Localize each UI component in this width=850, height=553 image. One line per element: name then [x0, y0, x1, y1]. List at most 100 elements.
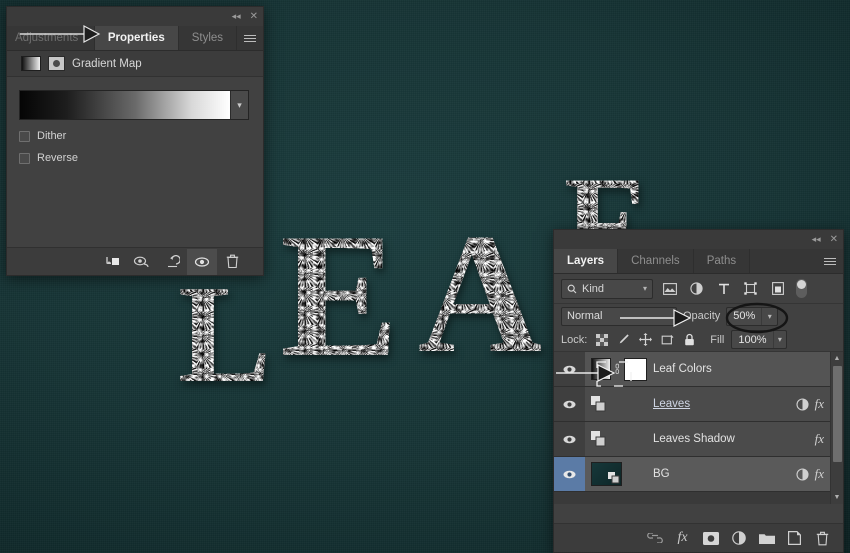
layer-thumbnails[interactable] — [585, 422, 647, 456]
fill-value: 100% — [732, 334, 772, 346]
layer-effects-fx-icon[interactable]: fx — [815, 396, 824, 412]
layer-style-fx-icon[interactable]: fx — [670, 526, 695, 550]
collapse-panel-icon[interactable]: ◂◂ — [232, 12, 241, 21]
tab-layers[interactable]: Layers — [554, 249, 618, 273]
chevron-down-icon[interactable]: ▾ — [773, 331, 787, 348]
opacity-input[interactable]: 50% ▾ — [726, 307, 778, 326]
layer-list-scrollbar[interactable]: ▲ ▼ — [830, 352, 843, 504]
pixel-layer-filter-icon[interactable] — [659, 279, 680, 299]
lock-position-icon[interactable] — [638, 333, 653, 346]
collapse-panel-icon[interactable]: ◂◂ — [812, 235, 821, 244]
layer-thumbnails[interactable] — [585, 352, 647, 386]
view-previous-state-icon[interactable] — [127, 249, 157, 275]
chevron-up-icon[interactable]: ▲ — [831, 352, 843, 365]
link-mask-icon[interactable] — [614, 362, 621, 376]
shape-layer-filter-icon[interactable] — [740, 279, 761, 299]
chevron-down-icon[interactable]: ▾ — [230, 91, 248, 119]
gradient-preview-row[interactable]: ▾ — [19, 90, 249, 120]
layer-name[interactable]: Leaves Shadow — [647, 433, 815, 445]
eye-icon — [562, 364, 577, 375]
layer-visibility-toggle[interactable] — [554, 422, 585, 456]
properties-menu-icon[interactable] — [237, 26, 263, 50]
tab-paths[interactable]: Paths — [694, 249, 750, 273]
smart-object-badge-icon — [608, 471, 621, 485]
smart-object-thumbnail[interactable] — [591, 396, 607, 413]
tab-properties[interactable]: Properties — [95, 26, 179, 50]
layer-thumbnails[interactable] — [585, 457, 647, 491]
adjustment-circle-icon — [48, 56, 65, 71]
layers-menu-icon[interactable] — [817, 249, 843, 273]
new-group-icon[interactable] — [754, 526, 779, 550]
add-layer-mask-icon[interactable] — [698, 526, 723, 550]
adjustment-layer-filter-icon[interactable] — [686, 279, 707, 299]
kind-filter-select[interactable]: Kind ▾ — [561, 279, 653, 299]
gradient-swatch-icon — [21, 56, 41, 71]
layer-thumbnails[interactable] — [585, 387, 647, 421]
tab-paths-label: Paths — [707, 255, 736, 267]
gradient-map-body: ▾ Dither Reverse — [7, 77, 263, 273]
lock-artboard-nesting-icon[interactable] — [660, 334, 675, 346]
lock-image-pixels-icon[interactable] — [616, 333, 631, 346]
close-panel-icon[interactable]: ✕ — [830, 235, 838, 245]
gradient-map-thumbnail[interactable] — [591, 358, 611, 380]
layer-effects-fx-icon[interactable]: fx — [815, 466, 824, 482]
layer-name[interactable]: Leaf Colors — [647, 363, 834, 375]
chevron-down-icon[interactable]: ▼ — [831, 491, 843, 504]
table-row[interactable]: Leaf Colors — [554, 352, 843, 387]
table-row[interactable]: Leaves Shadow fx ▾ — [554, 422, 843, 457]
new-adjustment-layer-icon[interactable] — [726, 526, 751, 550]
close-panel-icon[interactable]: ✕ — [250, 12, 258, 22]
link-layers-icon[interactable] — [642, 526, 667, 550]
tab-styles[interactable]: Styles — [179, 26, 237, 50]
tab-adjustments[interactable]: Adjustments — [7, 26, 95, 50]
gradient-bar[interactable] — [20, 91, 230, 119]
layer-name[interactable]: BG — [647, 468, 796, 480]
scrollbar-thumb[interactable] — [833, 366, 842, 462]
delete-icon[interactable] — [217, 249, 247, 275]
lock-transparent-pixels-icon[interactable] — [594, 334, 609, 346]
reverse-label: Reverse — [37, 152, 78, 164]
layer-mask-thumbnail[interactable] — [624, 358, 647, 381]
type-layer-filter-icon[interactable] — [713, 279, 734, 299]
toggle-visibility-icon[interactable] — [187, 249, 217, 275]
blend-mode-select[interactable]: Normal — [561, 307, 677, 326]
table-row[interactable]: Leaves fx ▾ — [554, 387, 843, 422]
chevron-down-icon: ▾ — [643, 284, 647, 293]
layer-effects-fx-icon[interactable]: fx — [815, 431, 824, 447]
layer-mask-badge-icon[interactable] — [796, 468, 809, 481]
smart-object-thumbnail[interactable] — [591, 431, 607, 448]
layer-visibility-toggle[interactable] — [554, 387, 585, 421]
bg-layer-thumbnail[interactable] — [591, 462, 622, 486]
tab-channels[interactable]: Channels — [618, 249, 694, 273]
layer-visibility-toggle[interactable] — [554, 352, 585, 386]
reverse-checkbox[interactable] — [19, 153, 30, 164]
layer-mask-badge-icon[interactable] — [796, 398, 809, 411]
properties-titlebar: ◂◂ ✕ — [7, 7, 263, 26]
fill-input[interactable]: 100% ▾ — [731, 330, 787, 349]
chevron-down-icon[interactable]: ▾ — [761, 308, 777, 325]
smart-object-filter-icon[interactable] — [767, 279, 788, 299]
search-icon — [567, 284, 577, 294]
dither-checkbox-row[interactable]: Dither — [19, 130, 251, 142]
gradient-map-header: Gradient Map — [7, 51, 263, 77]
tab-adjustments-label: Adjustments — [15, 32, 78, 44]
table-row[interactable]: BG fx ▾ — [554, 457, 843, 492]
layer-list: Leaf Colors Leaves — [554, 352, 843, 504]
filter-enable-toggle[interactable] — [796, 279, 807, 298]
opacity-value: 50% — [727, 310, 761, 322]
dither-label: Dither — [37, 130, 66, 142]
tab-styles-label: Styles — [192, 32, 223, 44]
lock-all-icon[interactable] — [682, 333, 697, 346]
delete-layer-icon[interactable] — [810, 526, 835, 550]
eye-icon — [562, 469, 577, 480]
layer-name[interactable]: Leaves — [647, 398, 796, 410]
page-title: Gradient Map — [72, 58, 142, 70]
reset-icon[interactable] — [157, 249, 187, 275]
blend-mode-row: Normal Opacity 50% ▾ — [554, 304, 843, 328]
reverse-checkbox-row[interactable]: Reverse — [19, 152, 251, 164]
clip-to-layer-icon[interactable] — [97, 249, 127, 275]
layers-titlebar: ◂◂ ✕ — [554, 230, 843, 249]
new-layer-icon[interactable] — [782, 526, 807, 550]
dither-checkbox[interactable] — [19, 131, 30, 142]
layer-visibility-toggle[interactable] — [554, 457, 585, 491]
